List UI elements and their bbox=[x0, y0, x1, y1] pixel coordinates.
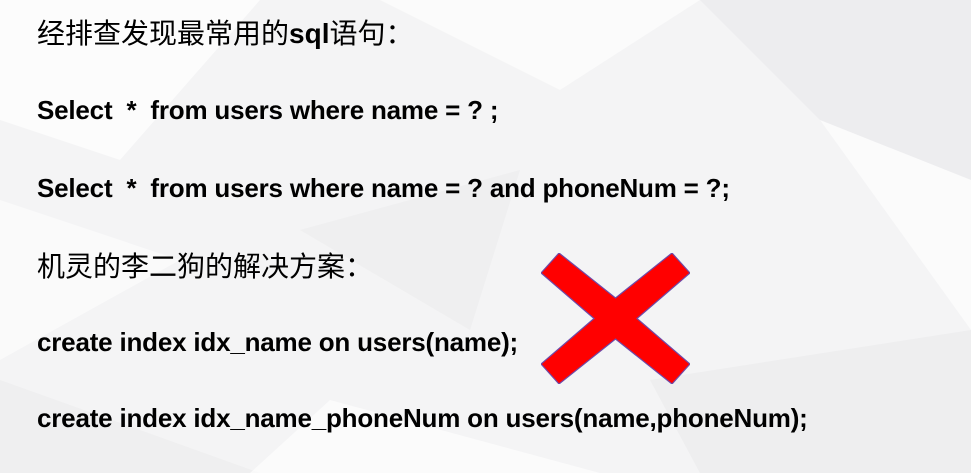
red-x-mark-icon bbox=[541, 253, 690, 384]
create-index-name: create index idx_name on users(name); bbox=[37, 327, 519, 357]
sql-heading-sql-word: sql bbox=[289, 18, 330, 49]
query-by-name-and-phone: Select * from users where name = ? and p… bbox=[37, 173, 730, 203]
solution-heading: 机灵的李二狗的解决方案： bbox=[37, 250, 374, 283]
create-index-name-phone: create index idx_name_phoneNum on users(… bbox=[37, 403, 808, 433]
query-by-name: Select * from users where name = ? ; bbox=[37, 95, 499, 125]
cross-shape bbox=[541, 253, 690, 384]
sql-heading: 经排查发现最常用的sql语句： bbox=[37, 20, 414, 48]
sql-heading-suffix: 语句： bbox=[329, 17, 414, 50]
sql-heading-prefix: 经排查发现最常用的 bbox=[37, 17, 290, 50]
